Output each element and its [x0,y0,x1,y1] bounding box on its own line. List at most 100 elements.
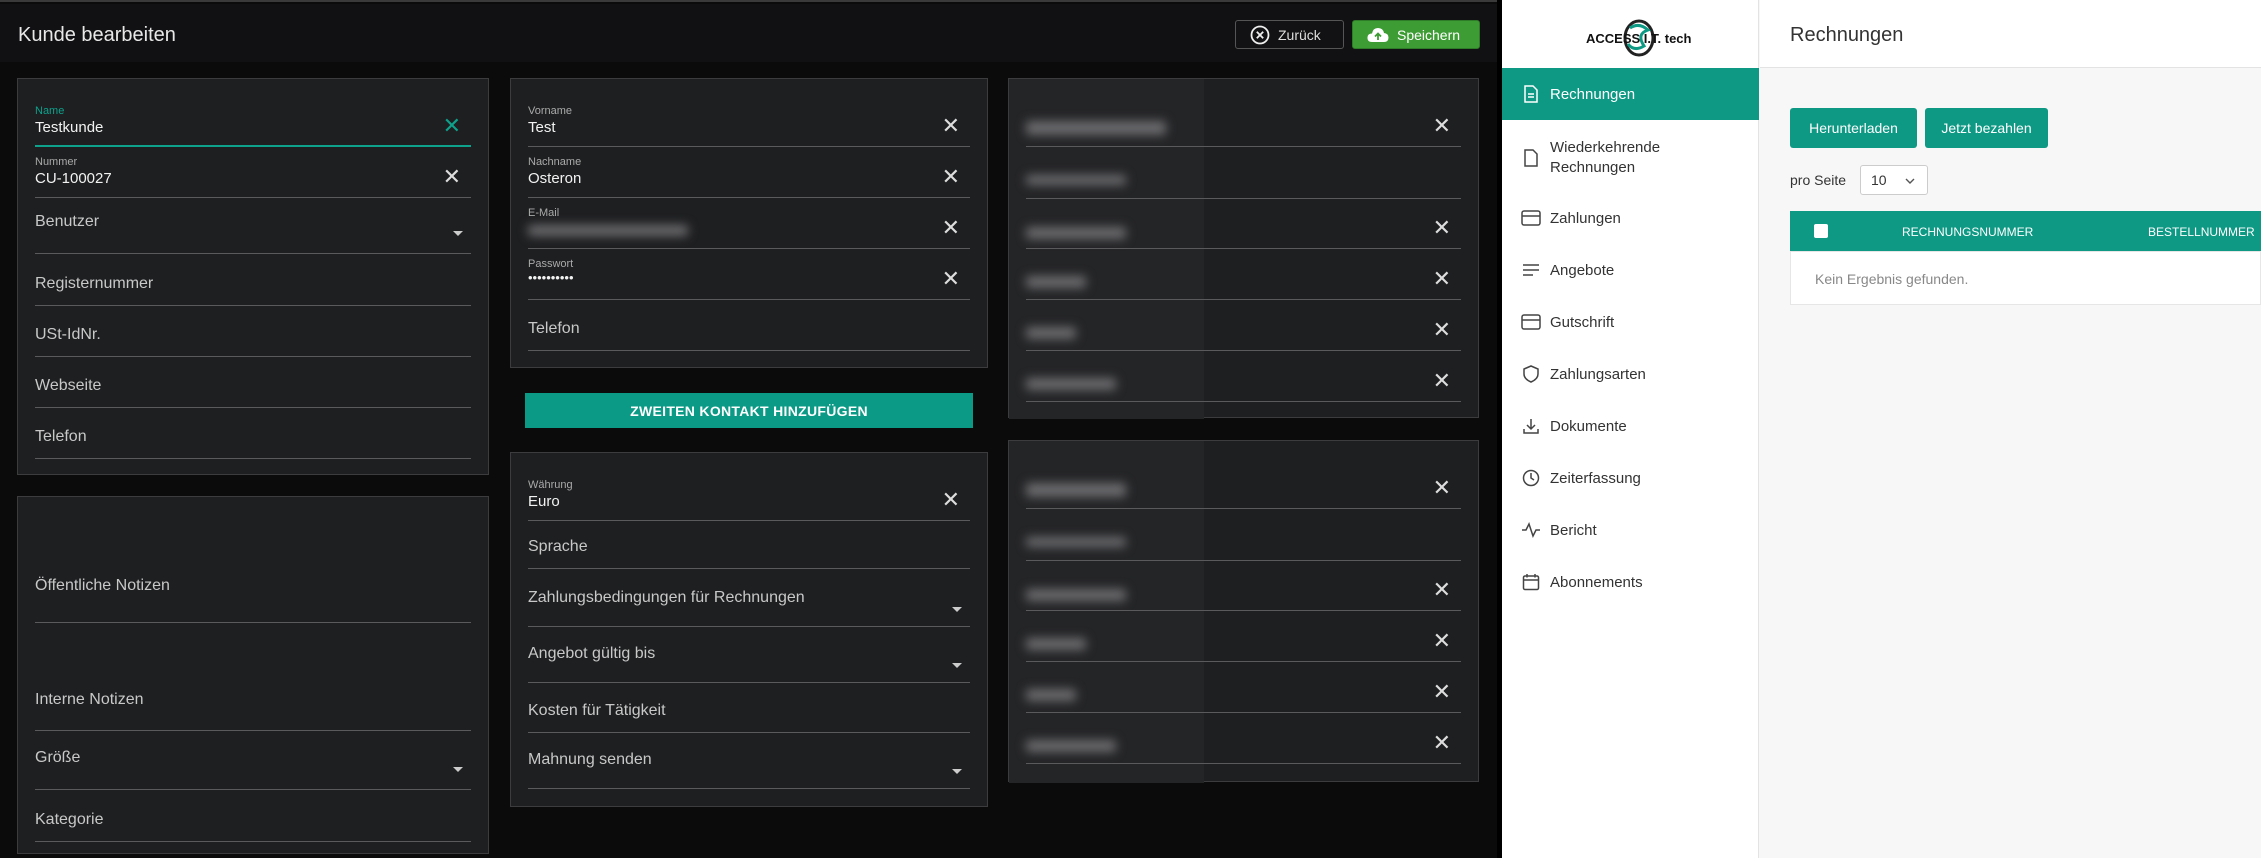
table-body: Kein Ergebnis gefunden. [1790,251,2261,305]
clear-icon[interactable]: ✕ [443,115,461,137]
save-button[interactable]: Speichern [1352,20,1480,49]
task-cost-field[interactable]: Kosten für Tätigkeit [528,690,970,733]
clear-icon[interactable]: ✕ [1433,579,1451,601]
chevron-down-icon [453,767,463,772]
address-field[interactable]: ✕ [1026,360,1461,402]
add-second-contact-button[interactable]: ZWEITEN KONTAKT HINZUFÜGEN [525,393,973,428]
password-field[interactable]: Passwort •••••••••• ✕ [528,258,970,300]
email-field[interactable]: E-Mail ✕ [528,207,970,249]
clear-icon[interactable]: ✕ [1433,681,1451,703]
clear-icon[interactable]: ✕ [942,489,960,511]
page-header: Kunde bearbeiten Zurück Speichern [0,4,1497,62]
logo[interactable]: ACCESS I.T. tech [1584,16,1694,60]
chevron-down-icon [1905,178,1915,184]
sidebar-item-invoices[interactable]: Rechnungen [1502,68,1759,120]
website-field[interactable]: Webseite [35,365,471,408]
cloud-upload-icon [1367,27,1389,42]
internal-notes-field[interactable]: Interne Notizen [35,631,471,731]
address-field[interactable]: ✕ [1026,105,1461,147]
category-field[interactable]: Kategorie [35,799,471,842]
clear-icon[interactable]: ✕ [942,115,960,137]
back-button[interactable]: Zurück [1235,20,1344,49]
billing-address-card: ✕ ✕ ✕ ✕ ✕ [1008,78,1479,419]
vat-id-field[interactable]: USt-IdNr. [35,314,471,357]
clear-icon[interactable]: ✕ [1433,217,1451,239]
clear-icon[interactable]: ✕ [1433,370,1451,392]
clear-icon[interactable]: ✕ [942,217,960,239]
sidebar-item-subscriptions[interactable]: Abonnements [1502,560,1759,604]
sidebar-item-documents[interactable]: Dokumente [1502,404,1759,448]
address-field[interactable] [1026,159,1461,199]
clear-icon[interactable]: ✕ [1433,268,1451,290]
user-select[interactable]: Benutzer [35,203,471,254]
per-page-label: pro Seite [1790,172,1847,188]
vat-placeholder: USt-IdNr. [35,326,101,343]
clear-icon[interactable]: ✕ [443,166,461,188]
blurred-value [1026,638,1086,650]
per-page-select[interactable]: 10 [1860,165,1928,195]
number-field[interactable]: Nummer CU-100027 ✕ [35,156,471,198]
address-field[interactable]: ✕ [1026,207,1461,249]
contact-card: Vorname Test ✕ Nachname Osteron ✕ E-Mail… [510,78,988,368]
quote-valid-select[interactable]: Angebot gültig bis [528,633,970,683]
address-field[interactable]: ✕ [1026,569,1461,611]
registry-number-field[interactable]: Registernummer [35,263,471,306]
password-value: •••••••••• [528,270,574,285]
page-title: Rechnungen [1790,24,1904,46]
size-select[interactable]: Größe [35,739,471,790]
clear-icon[interactable]: ✕ [1433,319,1451,341]
download-icon [1520,415,1542,437]
reminder-select[interactable]: Mahnung senden [528,739,970,789]
address-field[interactable]: ✕ [1026,671,1461,713]
sidebar-item-label: Rechnungen [1550,85,1636,103]
sidebar-item-payment-methods[interactable]: Zahlungsarten [1502,352,1759,396]
column-invoice-number[interactable]: RECHNUNGSNUMMER [1902,225,2033,239]
website-placeholder: Webseite [35,377,102,394]
currency-value: Euro [528,493,560,510]
page-title: Kunde bearbeiten [18,24,176,46]
download-button[interactable]: Herunterladen [1790,108,1917,148]
phone-field[interactable]: Telefon [35,416,471,459]
pay-now-button[interactable]: Jetzt bezahlen [1925,108,2048,148]
sidebar-item-quotes[interactable]: Angebote [1502,248,1759,292]
clear-icon[interactable]: ✕ [1433,115,1451,137]
firstname-field[interactable]: Vorname Test ✕ [528,105,970,147]
clear-icon[interactable]: ✕ [1433,630,1451,652]
select-all-checkbox[interactable] [1814,224,1828,238]
chevron-down-icon [952,769,962,774]
clear-icon[interactable]: ✕ [1433,732,1451,754]
sidebar-item-time-tracking[interactable]: Zeiterfassung [1502,456,1759,500]
customer-edit-app: Kunde bearbeiten Zurück Speichern Name T… [0,0,1497,858]
blurred-value [1026,537,1126,547]
name-field[interactable]: Name Testkunde ✕ [35,105,471,147]
sidebar-item-report[interactable]: Bericht [1502,508,1759,552]
reminder-placeholder: Mahnung senden [528,751,652,768]
sidebar-item-payments[interactable]: Zahlungen [1502,196,1759,240]
clear-icon[interactable]: ✕ [942,166,960,188]
address-field[interactable]: ✕ [1026,620,1461,662]
credit-card-icon [1520,311,1542,333]
sidebar: ACCESS I.T. tech Rechnungen Wiederkehren… [1502,0,1759,858]
address-field[interactable]: ✕ [1026,722,1461,764]
client-portal-app: ACCESS I.T. tech Rechnungen Wiederkehren… [1502,0,2261,858]
blurred-value [1026,276,1086,288]
address-field[interactable]: ✕ [1026,258,1461,300]
sidebar-item-credits[interactable]: Gutschrift [1502,300,1759,344]
clear-icon[interactable]: ✕ [1433,477,1451,499]
payment-terms-select[interactable]: Zahlungsbedingungen für Rechnungen [528,577,970,627]
sidebar-item-recurring-invoices[interactable]: Wiederkehrende Rechnungen [1502,128,1759,188]
quote-valid-placeholder: Angebot gültig bis [528,645,656,662]
column-order-number[interactable]: BESTELLNUMMER [2148,225,2255,239]
address-field[interactable]: ✕ [1026,309,1461,351]
address-field[interactable]: ✕ [1026,467,1461,509]
lastname-field[interactable]: Nachname Osteron ✕ [528,156,970,198]
blurred-value [1026,740,1116,752]
clear-icon[interactable]: ✕ [942,268,960,290]
address-field[interactable] [1026,521,1461,561]
contact-phone-field[interactable]: Telefon [528,308,970,351]
registry-placeholder: Registernummer [35,275,154,292]
public-notes-field[interactable]: Öffentliche Notizen [35,517,471,623]
user-placeholder: Benutzer [35,213,100,230]
currency-field[interactable]: Währung Euro ✕ [528,479,970,521]
language-field[interactable]: Sprache [528,526,970,569]
